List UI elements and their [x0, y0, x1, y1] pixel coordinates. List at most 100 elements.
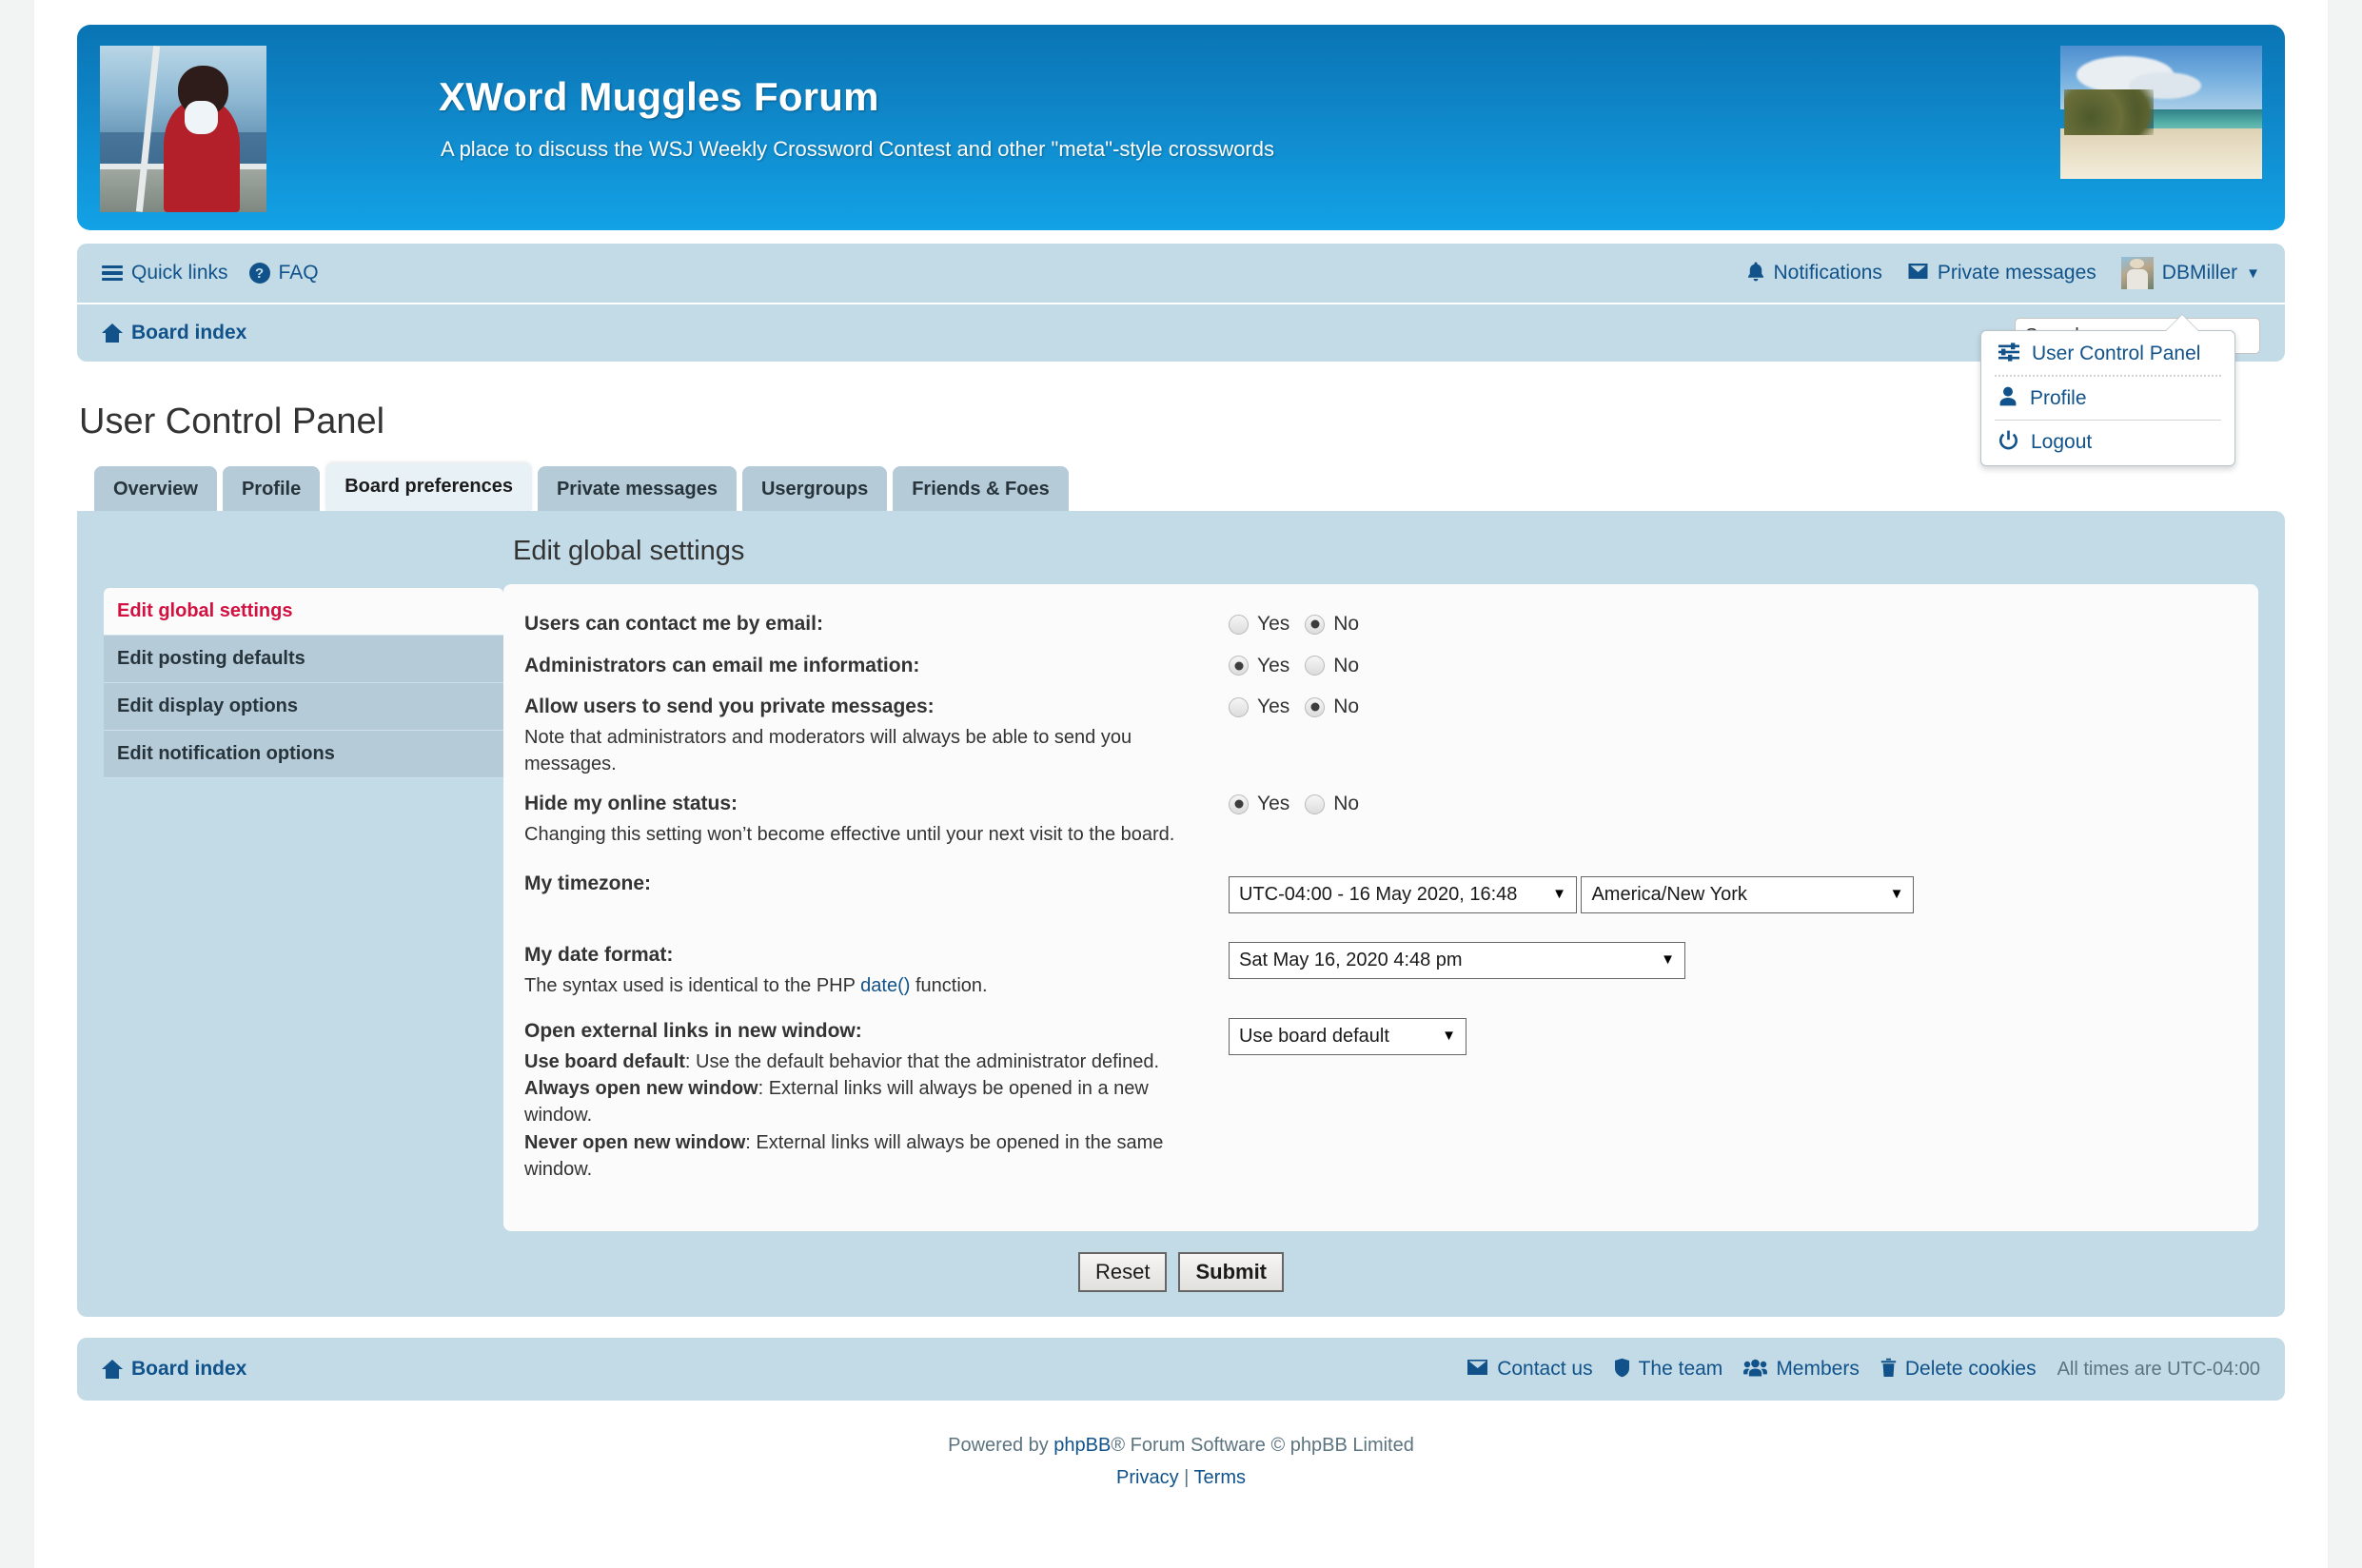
admin-email-yes-label: Yes — [1257, 654, 1290, 676]
tab-board-preferences[interactable]: Board preferences — [325, 463, 532, 511]
date-format-select[interactable]: Sat May 16, 2020 4:48 pm ▼ — [1229, 942, 1685, 980]
php-date-link[interactable]: date() — [860, 975, 910, 996]
admin-email-yes-radio[interactable] — [1229, 656, 1249, 676]
contact-email-no-radio[interactable] — [1305, 614, 1326, 635]
footer-board-index-label: Board index — [131, 1358, 247, 1380]
reset-button[interactable]: Reset — [1077, 1252, 1168, 1292]
timezone-offset-value: UTC-04:00 - 16 May 2020, 16:48 — [1239, 884, 1518, 906]
private-messages-label: Private messages — [1937, 262, 2096, 284]
banner-left-image — [100, 46, 266, 212]
members-link[interactable]: Members — [1743, 1358, 1860, 1382]
home-icon — [102, 323, 123, 343]
tab-profile[interactable]: Profile — [222, 466, 321, 511]
credit-post: ® Forum Software © phpBB Limited — [1111, 1435, 1414, 1456]
privacy-link[interactable]: Privacy — [1116, 1467, 1179, 1488]
breadcrumb-board-index[interactable]: Board index — [102, 322, 246, 344]
hide-online-yes-label: Yes — [1257, 793, 1290, 815]
hide-online-radios: Yes No — [1229, 789, 1359, 815]
allow-pm-no-radio[interactable] — [1305, 696, 1326, 717]
timezone-zone-value: America/New York — [1591, 884, 1747, 906]
hide-online-no-radio[interactable] — [1305, 794, 1326, 814]
contact-us-link[interactable]: Contact us — [1466, 1358, 1593, 1381]
date-format-value: Sat May 16, 2020 4:48 pm — [1239, 950, 1463, 971]
date-format-desc-pre: The syntax used is identical to the PHP — [524, 974, 861, 996]
credit-pre: Powered by — [948, 1435, 1054, 1456]
admin-email-no-radio[interactable] — [1305, 656, 1326, 676]
dropdown-item-logout-label: Logout — [2031, 430, 2093, 453]
allow-pm-yes-label: Yes — [1257, 696, 1290, 717]
bell-icon — [1746, 261, 1765, 285]
terms-link[interactable]: Terms — [1194, 1467, 1246, 1488]
ucp-panel: Edit global settings Edit global setting… — [77, 511, 2285, 1317]
private-messages-link[interactable]: Private messages — [1907, 262, 2096, 284]
setting-row-external-links: Open external links in new window: Use b… — [524, 1016, 2230, 1183]
contact-email-yes-label: Yes — [1257, 613, 1290, 635]
ucp-side-nav: Edit global settings Edit posting defaul… — [104, 584, 503, 778]
page-inner: XWord Muggles Forum A place to discuss t… — [77, 0, 2285, 1494]
dropdown-item-user-control-panel[interactable]: User Control Panel — [1981, 333, 2234, 375]
page-title: User Control Panel — [79, 402, 385, 441]
faq-link[interactable]: ? FAQ — [248, 262, 319, 284]
site-banner: XWord Muggles Forum A place to discuss t… — [77, 25, 2285, 230]
tab-overview[interactable]: Overview — [94, 466, 217, 511]
setting-row-date-format: My date format: The syntax used is ident… — [524, 940, 2230, 999]
banner-right-image — [2060, 46, 2262, 179]
sidebar-item-edit-notification-options[interactable]: Edit notification options — [104, 731, 503, 778]
chevron-down-icon: ▼ — [1552, 886, 1566, 903]
quick-links-label: Quick links — [131, 262, 228, 284]
external-links-opt1-desc: : Use the default behavior that the admi… — [684, 1050, 1159, 1072]
date-format-desc-post: function. — [910, 974, 988, 996]
admin-email-no-label: No — [1333, 654, 1360, 676]
user-menu-toggle[interactable]: DBMiller ▼ — [2120, 257, 2260, 289]
shield-icon — [1614, 1358, 1630, 1382]
chevron-down-icon: ▼ — [1889, 886, 1904, 903]
footer-separator: | — [1184, 1467, 1190, 1488]
allow-pm-label: Allow users to send you private messages… — [524, 696, 935, 717]
notifications-label: Notifications — [1773, 262, 1882, 284]
primary-navbar: Quick links ? FAQ Notifications Private … — [77, 244, 2285, 303]
dropdown-item-profile[interactable]: Profile — [1981, 377, 2234, 420]
site-title: XWord Muggles Forum — [439, 74, 879, 119]
question-icon: ? — [248, 263, 270, 284]
date-format-description: The syntax used is identical to the PHP … — [524, 972, 1213, 999]
phpbb-link[interactable]: phpBB — [1053, 1435, 1111, 1456]
delete-cookies-link[interactable]: Delete cookies — [1880, 1358, 2037, 1382]
the-team-link[interactable]: The team — [1614, 1358, 1722, 1382]
chevron-down-icon: ▼ — [1442, 1028, 1456, 1045]
power-icon — [1998, 430, 2018, 454]
envelope-icon — [1466, 1359, 1488, 1380]
timezone-zone-select[interactable]: America/New York ▼ — [1581, 876, 1915, 914]
form-actions: Reset Submit — [104, 1252, 2258, 1292]
external-links-select[interactable]: Use board default ▼ — [1229, 1018, 1466, 1056]
footer-board-index-link[interactable]: Board index — [102, 1358, 246, 1381]
setting-row-contact-email: Users can contact me by email: Yes No — [524, 609, 2230, 639]
quick-links-menu[interactable]: Quick links — [102, 262, 228, 284]
tab-friends-foes[interactable]: Friends & Foes — [893, 466, 1069, 511]
tab-usergroups[interactable]: Usergroups — [741, 466, 888, 511]
inbox-icon — [1907, 262, 1929, 284]
allow-pm-yes-radio[interactable] — [1229, 696, 1249, 717]
contact-email-no-label: No — [1333, 613, 1360, 635]
hamburger-icon — [102, 265, 123, 282]
delete-cookies-label: Delete cookies — [1904, 1358, 2037, 1380]
timezone-offset-select[interactable]: UTC-04:00 - 16 May 2020, 16:48 ▼ — [1229, 876, 1577, 914]
footer-credit: Powered by phpBB® Forum Software © phpBB… — [77, 1429, 2285, 1494]
external-links-description: Use board default: Use the default behav… — [524, 1049, 1213, 1184]
setting-row-admin-email: Administrators can email me information:… — [524, 651, 2230, 681]
external-links-opt1-name: Use board default — [524, 1050, 685, 1072]
sidebar-item-edit-global-settings[interactable]: Edit global settings — [104, 588, 503, 636]
hide-online-yes-radio[interactable] — [1229, 794, 1249, 814]
setting-row-allow-pm: Allow users to send you private messages… — [524, 692, 2230, 777]
external-links-opt2-name: Always open new window — [524, 1077, 758, 1099]
contact-email-yes-radio[interactable] — [1229, 614, 1249, 635]
tab-private-messages[interactable]: Private messages — [537, 466, 737, 511]
dropdown-item-logout[interactable]: Logout — [1981, 421, 2234, 463]
allow-pm-no-label: No — [1333, 696, 1360, 717]
notifications-link[interactable]: Notifications — [1746, 261, 1882, 285]
people-icon — [1743, 1358, 1768, 1382]
sidebar-item-edit-display-options[interactable]: Edit display options — [104, 683, 503, 731]
home-icon — [102, 1360, 123, 1379]
sidebar-item-edit-posting-defaults[interactable]: Edit posting defaults — [104, 636, 503, 683]
submit-button[interactable]: Submit — [1178, 1252, 1285, 1292]
user-dropdown-menu: User Control Panel Profile Logout — [1980, 330, 2235, 466]
